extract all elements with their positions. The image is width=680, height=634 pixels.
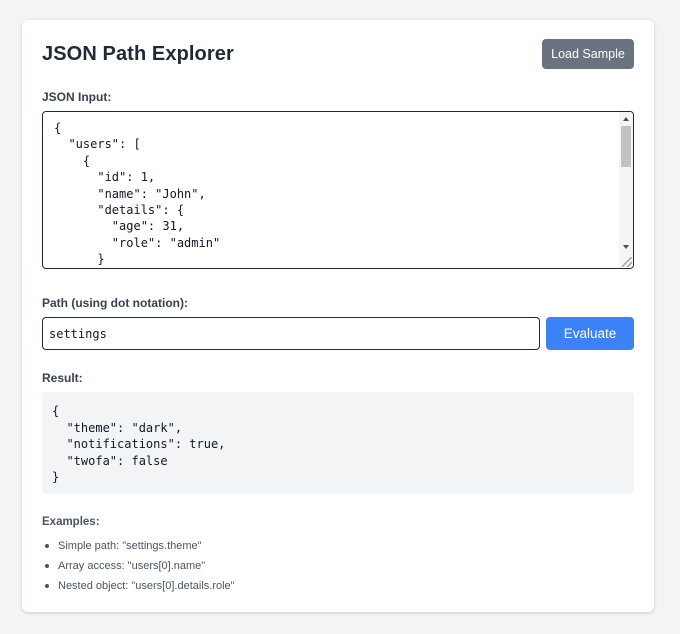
path-input[interactable] <box>42 317 540 350</box>
chevron-up-icon[interactable] <box>623 117 629 121</box>
example-text: Nested object: "users[0].details.role" <box>58 580 235 592</box>
resize-grip-icon[interactable] <box>622 257 632 267</box>
examples-label: Examples: <box>42 516 100 528</box>
result-label: Result: <box>42 371 83 385</box>
json-input-scrollbar[interactable] <box>619 112 633 268</box>
bullet-icon <box>45 544 49 548</box>
bullet-icon <box>45 564 49 568</box>
path-row: Evaluate <box>42 317 634 350</box>
examples-list: Simple path: "settings.theme" Array acce… <box>42 536 235 596</box>
example-item: Nested object: "users[0].details.role" <box>42 576 235 596</box>
page-title: JSON Path Explorer <box>42 42 234 65</box>
result-panel: { "theme": "dark", "notifications": true… <box>42 392 634 494</box>
json-input-label: JSON Input: <box>42 90 112 104</box>
bullet-icon <box>45 584 49 588</box>
example-text: Simple path: "settings.theme" <box>58 540 202 552</box>
header: JSON Path Explorer Load Sample <box>42 39 634 69</box>
explorer-card: JSON Path Explorer Load Sample JSON Inpu… <box>22 20 654 612</box>
result-content: { "theme": "dark", "notifications": true… <box>52 404 226 485</box>
json-input-textarea[interactable]: { "users": [ { "id": 1, "name": "John", … <box>42 111 634 269</box>
example-text: Array access: "users[0].name" <box>58 560 206 572</box>
example-item: Simple path: "settings.theme" <box>42 536 235 556</box>
chevron-down-icon[interactable] <box>623 245 629 249</box>
load-sample-button[interactable]: Load Sample <box>542 39 634 69</box>
path-label: Path (using dot notation): <box>42 296 188 310</box>
scrollbar-thumb[interactable] <box>621 126 631 167</box>
example-item: Array access: "users[0].name" <box>42 556 235 576</box>
json-input-content: { "users": [ { "id": 1, "name": "John", … <box>54 121 221 267</box>
evaluate-button[interactable]: Evaluate <box>546 317 634 350</box>
